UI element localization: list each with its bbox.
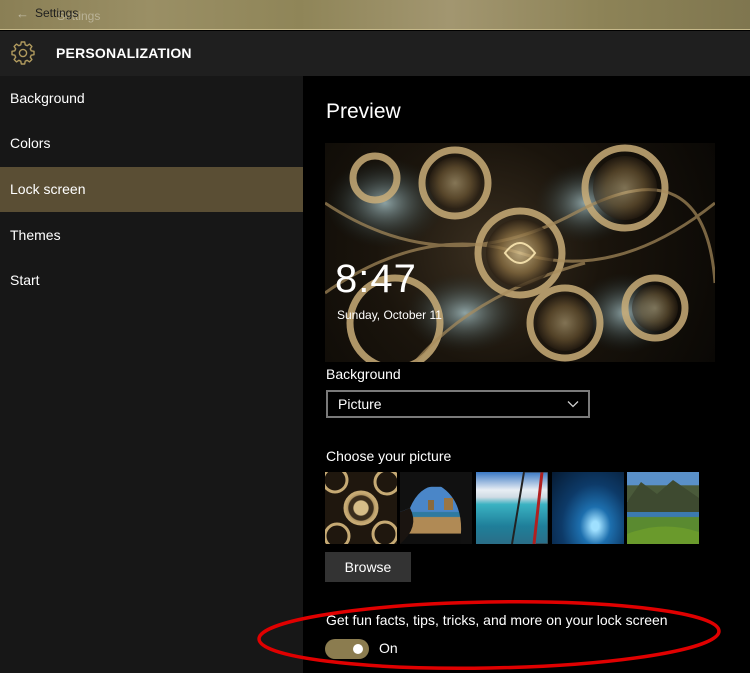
window-title: Settings: [35, 6, 79, 20]
chevron-down-icon: [567, 401, 579, 408]
thumbnail-aerial-ocean[interactable]: [476, 472, 548, 544]
preview-heading: Preview: [326, 100, 401, 123]
thumbnail-ice-cave[interactable]: [552, 472, 624, 544]
preview-date: Sunday, October 11: [337, 308, 442, 322]
sidebar-nav: Background Colors Lock screen Themes Sta…: [0, 76, 303, 673]
browse-button[interactable]: Browse: [325, 552, 411, 582]
fun-facts-toggle-state: On: [379, 640, 398, 656]
fun-facts-toggle[interactable]: [325, 639, 369, 659]
preview-clock: 8:47: [335, 257, 417, 301]
back-arrow-icon[interactable]: ←: [16, 6, 29, 21]
sidebar-item-colors[interactable]: Colors: [0, 121, 303, 166]
toggle-knob: [353, 644, 363, 654]
choose-picture-label: Choose your picture: [326, 448, 452, 464]
thumbnail-mountain-lake[interactable]: [627, 472, 699, 544]
fun-facts-label: Get fun facts, tips, tricks, and more on…: [326, 612, 668, 628]
sidebar-item-themes[interactable]: Themes: [0, 213, 303, 258]
background-label: Background: [326, 366, 401, 382]
sidebar-item-lock-screen[interactable]: Lock screen: [0, 167, 303, 212]
lock-screen-preview: 8:47 Sunday, October 11: [325, 143, 715, 362]
background-dropdown-value: Picture: [338, 396, 382, 412]
background-dropdown[interactable]: Picture: [326, 390, 590, 418]
thumbnail-beach-cave[interactable]: [400, 472, 472, 544]
page-header: PERSONALIZATION: [0, 31, 750, 76]
main-content: Preview 8:47 Sunday, October 11 Backgrou…: [303, 76, 750, 673]
page-title: PERSONALIZATION: [56, 45, 192, 61]
gear-icon: [11, 41, 35, 65]
title-bar: ← Settings Settings: [0, 0, 750, 30]
sidebar-item-start[interactable]: Start: [0, 258, 303, 303]
sidebar-item-background[interactable]: Background: [0, 76, 303, 121]
preview-wallpaper: [325, 144, 715, 362]
thumbnail-fractal-gold[interactable]: [325, 472, 397, 544]
